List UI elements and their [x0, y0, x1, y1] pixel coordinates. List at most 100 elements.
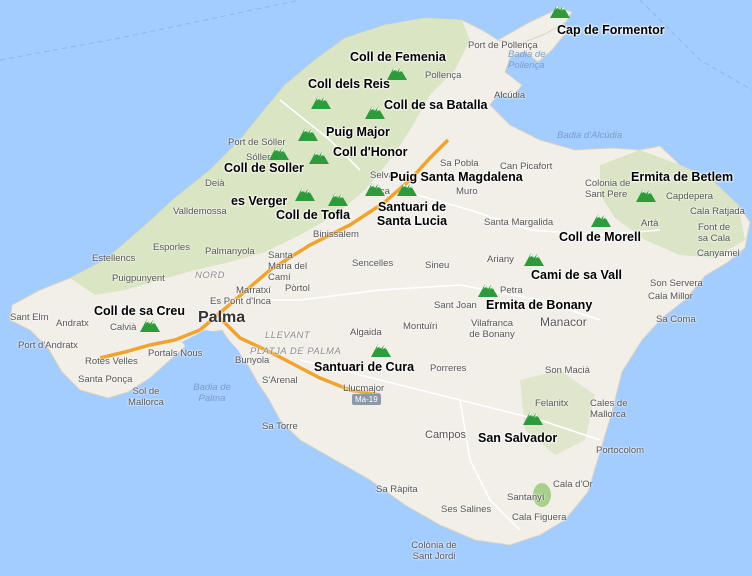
mountain-peak-icon[interactable] — [298, 125, 318, 141]
marker-label[interactable]: Puig Major — [326, 125, 390, 139]
mountain-peak-icon[interactable] — [523, 409, 543, 425]
place-label: S'Arenal — [262, 375, 298, 386]
place-label: NORD — [195, 270, 225, 281]
place-label: Son Macià — [545, 365, 590, 376]
place-label: Port d'Andratx — [18, 340, 78, 351]
place-label: LLEVANT — [265, 330, 311, 341]
mountain-peak-icon[interactable] — [591, 211, 611, 227]
place-label: Binissalem — [313, 229, 359, 240]
place-label: Estellencs — [92, 253, 136, 264]
marker-label[interactable]: Coll de sa Batalla — [384, 98, 488, 112]
place-label: Felanitx — [535, 398, 569, 409]
place-label: Sa Coma — [656, 314, 696, 325]
place-label: Cala Millor — [648, 291, 693, 302]
place-label: Montuïri — [403, 321, 438, 332]
place-label: Palmanyola — [205, 246, 255, 257]
marker-label[interactable]: Coll dels Reis — [308, 77, 390, 91]
place-label: Vilafranca de Bonany — [469, 318, 515, 340]
place-label: Colònia de Sant Jordi — [411, 540, 457, 562]
mountain-peak-icon[interactable] — [269, 144, 289, 160]
place-label: Muro — [456, 186, 478, 197]
place-label: Badia de Pollença — [508, 49, 546, 71]
place-label: Sencelles — [352, 258, 394, 269]
road-shield-ma19: Ma-19 — [352, 394, 381, 405]
marker-label[interactable]: Coll de Morell — [559, 230, 641, 244]
mountain-peak-icon[interactable] — [371, 341, 391, 357]
marker-label[interactable]: Cap de Formentor — [557, 23, 665, 37]
place-label: Calvià — [110, 322, 137, 333]
place-label: Son Servera — [650, 278, 703, 289]
place-label: Puigpunyent — [112, 273, 165, 284]
place-label: Alcúdia — [494, 90, 526, 101]
place-label: Sant Elm — [10, 312, 49, 323]
marker-label[interactable]: Cami de sa Vall — [531, 268, 622, 282]
place-label: Ariany — [487, 254, 514, 265]
place-label: Porreres — [430, 363, 467, 374]
place-label: Valldemossa — [173, 206, 227, 217]
marker-label[interactable]: Coll d'Honor — [333, 145, 408, 159]
mountain-peak-icon[interactable] — [636, 186, 656, 202]
place-label: Marratxí — [236, 285, 271, 296]
marker-label[interactable]: Ermita de Betlem — [631, 170, 733, 184]
place-label: Capdepera — [666, 191, 714, 202]
place-label: Portocolom — [596, 445, 645, 456]
marker-label[interactable]: es Verger — [231, 194, 287, 208]
marker-label[interactable]: San Salvador — [478, 431, 557, 445]
mountain-peak-icon[interactable] — [365, 180, 385, 196]
mountain-peak-icon[interactable] — [524, 250, 544, 266]
place-label: Artà — [641, 218, 659, 229]
place-label: Sol de Mallorca — [128, 386, 164, 408]
mountain-peak-icon[interactable] — [311, 93, 331, 109]
place-label: Cala d'Or — [553, 479, 593, 490]
place-label: Bunyola — [235, 355, 270, 366]
place-label: Santanyí — [507, 492, 545, 503]
mountain-peak-icon[interactable] — [365, 103, 385, 119]
place-label: Petra — [500, 285, 523, 296]
mountain-peak-icon[interactable] — [550, 2, 570, 18]
place-label: Sa Torre — [262, 421, 298, 432]
marker-label[interactable]: Santuari de Santa Lucia — [372, 200, 452, 228]
place-label: Algaida — [350, 327, 382, 338]
place-label: Esporles — [153, 242, 190, 253]
mountain-peak-icon[interactable] — [478, 281, 498, 297]
place-label: Sa Pobla — [440, 158, 479, 169]
place-label: Sa Ràpita — [376, 484, 418, 495]
place-label: Ses Salines — [441, 504, 492, 515]
place-label: Cales de Mallorca — [590, 398, 628, 420]
place-label: Andratx — [56, 318, 89, 329]
marker-label[interactable]: Puig Santa Magdalena — [390, 170, 523, 184]
place-label: Santa Maria del Camí — [268, 250, 308, 283]
place-label: Sant Joan — [434, 300, 477, 311]
place-label: Cala Ratjada — [690, 206, 745, 217]
city-label-palma: Palma — [198, 309, 246, 326]
place-label: Font de sa Cala — [698, 222, 731, 244]
marker-label[interactable]: Coll de sa Creu — [94, 304, 185, 318]
place-label: Sineu — [425, 260, 450, 271]
mountain-peak-icon[interactable] — [140, 316, 160, 332]
mountain-peak-icon[interactable] — [387, 64, 407, 80]
mountain-peak-icon[interactable] — [295, 185, 315, 201]
marker-label[interactable]: Coll de Soller — [224, 161, 304, 175]
mountain-peak-icon[interactable] — [309, 148, 329, 164]
place-label: Campos — [425, 429, 466, 441]
place-label: Rotes Velles — [85, 356, 138, 367]
place-label: Colonia de Sant Pere — [585, 178, 631, 200]
place-label: Es Pont d'Inca — [210, 296, 271, 307]
place-label: Pòrtol — [285, 283, 310, 294]
place-label: Pollença — [425, 70, 462, 81]
place-label: Portals Nous — [148, 348, 203, 359]
place-label: Cala Figuera — [512, 512, 567, 523]
place-label: Manacor — [540, 315, 587, 329]
place-label: Badia d'Alcúdia — [557, 130, 623, 141]
place-label: Santa Margalida — [484, 217, 554, 228]
place-label: Canyamel — [697, 248, 740, 259]
place-label: Badia de Palma — [193, 382, 231, 404]
map-view[interactable]: Port de Pollença Badia de Pollença Polle… — [0, 0, 752, 576]
marker-label[interactable]: Coll de Femenia — [350, 50, 446, 64]
place-label: Santa Ponça — [78, 374, 133, 385]
place-label: Llucmajor — [343, 383, 385, 394]
marker-label[interactable]: Santuari de Cura — [314, 360, 414, 374]
mountain-peak-icon[interactable] — [328, 190, 348, 206]
marker-label[interactable]: Coll de Tofla — [276, 208, 350, 222]
marker-label[interactable]: Ermita de Bonany — [486, 298, 592, 312]
